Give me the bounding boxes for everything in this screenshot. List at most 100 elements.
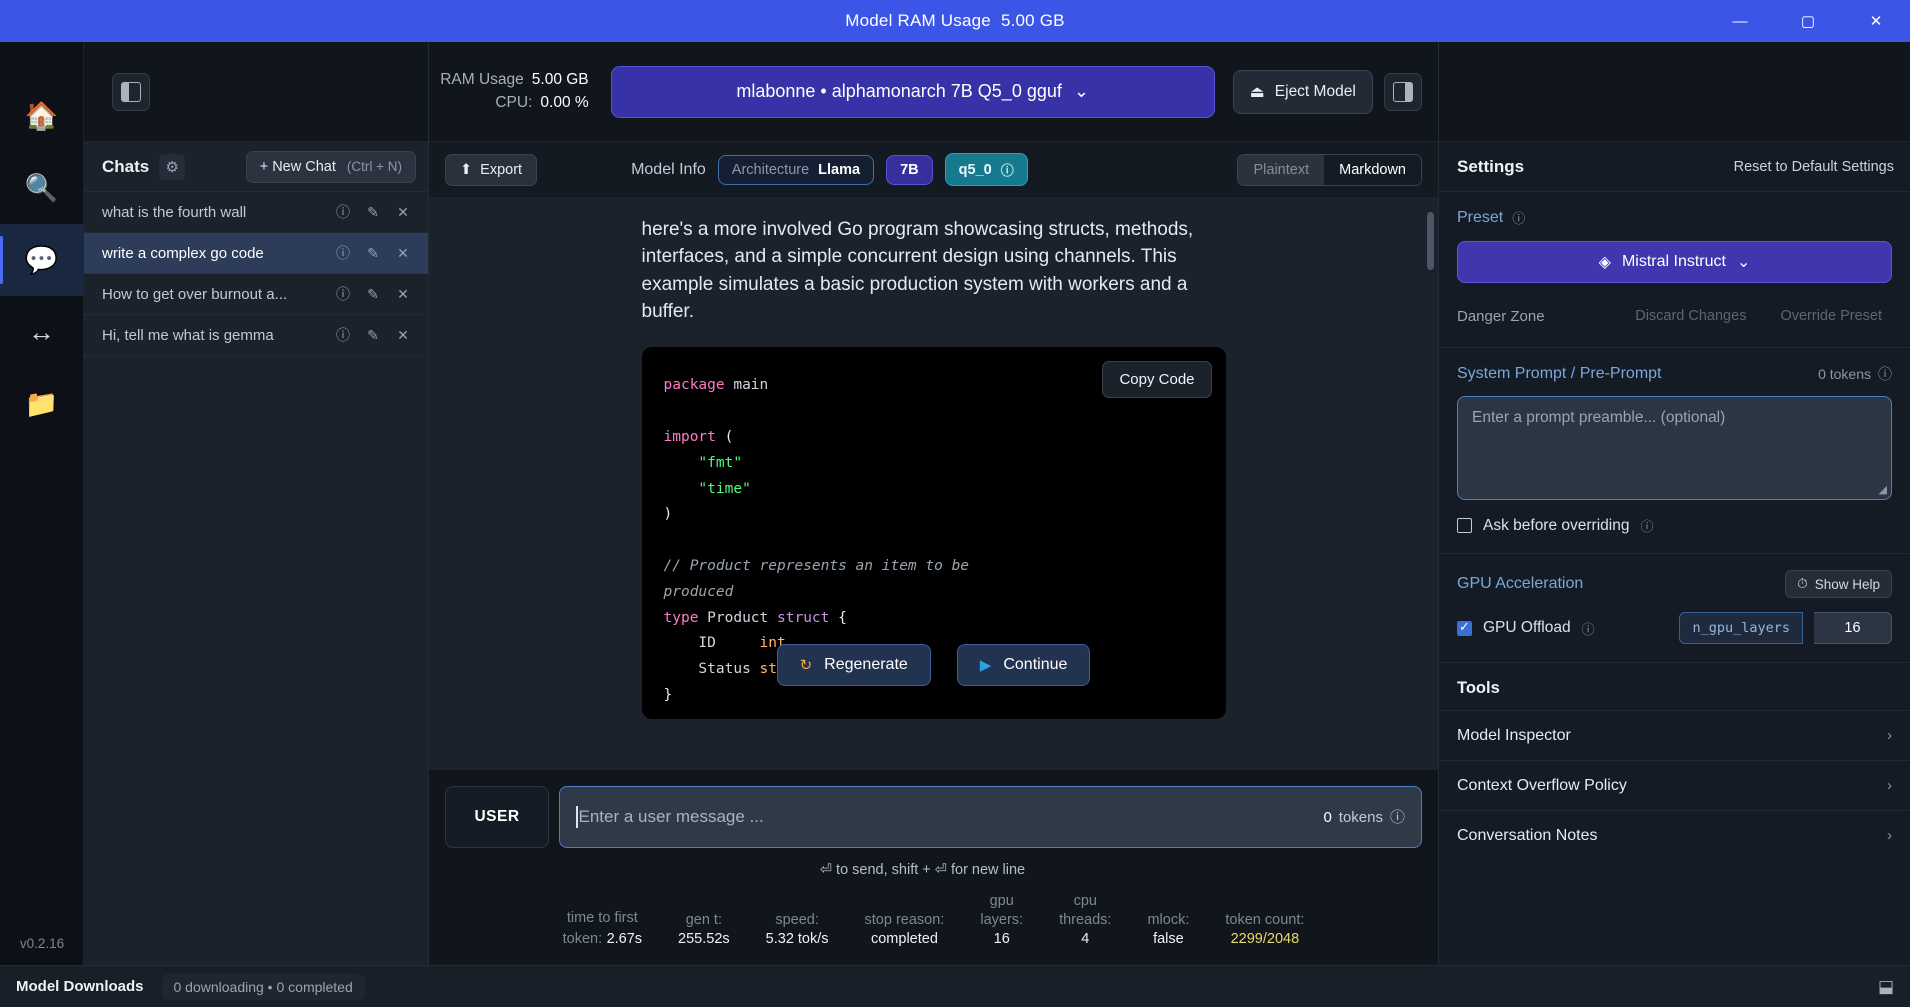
model-selector[interactable]: mlabonne • alphamonarch 7B Q5_0 gguf ⌄: [610, 65, 1215, 118]
list-item[interactable]: what is the fourth wall ⓘ ✎ ✕: [84, 192, 428, 233]
tool-model-inspector[interactable]: Model Inspector ›: [1439, 710, 1910, 760]
architecture-chip[interactable]: Architecture Llama: [717, 154, 875, 185]
param-size-chip[interactable]: 7B: [886, 154, 933, 185]
stat-value: 2299/2048: [1230, 930, 1300, 947]
composer-row: USER Enter a user message ... 0 tokens ⓘ: [429, 785, 1438, 848]
compare-icon[interactable]: ↔: [0, 296, 84, 368]
play-icon: ▶: [979, 656, 992, 674]
close-icon[interactable]: ✕: [390, 240, 416, 266]
list-item[interactable]: How to get over burnout a... ⓘ ✎ ✕: [84, 274, 428, 315]
settings-panel: Settings Reset to Default Settings Prese…: [1438, 42, 1910, 965]
home-icon[interactable]: 🏠: [0, 80, 84, 152]
chevron-right-icon: ›: [1887, 827, 1892, 844]
edit-icon[interactable]: ✎: [360, 281, 386, 307]
info-icon[interactable]: ⓘ: [330, 240, 356, 266]
quantization-chip[interactable]: q5_0 ⓘ: [944, 153, 1028, 186]
close-icon[interactable]: ✕: [390, 322, 416, 348]
role-badge[interactable]: USER: [445, 785, 549, 848]
info-icon[interactable]: ⓘ: [1582, 619, 1595, 638]
stat-value-row: token: 2.67s: [563, 928, 642, 949]
info-icon[interactable]: ⓘ: [1878, 364, 1892, 384]
edit-icon[interactable]: ✎: [360, 322, 386, 348]
export-button[interactable]: ⬆ Export: [445, 153, 538, 186]
search-icon[interactable]: 🔍: [0, 152, 84, 224]
tool-label: Context Overflow Policy: [1457, 776, 1627, 794]
chats-sidebar: Chats ⚙ + New Chat (Ctrl + N) what is th…: [84, 42, 429, 965]
toggle-sidebar-button[interactable]: [112, 72, 150, 111]
tab-markdown[interactable]: Markdown: [1324, 154, 1421, 185]
system-prompt-input[interactable]: Enter a prompt preamble... (optional) ◢: [1457, 396, 1892, 500]
composer: USER Enter a user message ... 0 tokens ⓘ…: [429, 769, 1438, 878]
stat-gen-time: gen t: 255.52s: [660, 911, 748, 949]
info-icon[interactable]: ⓘ: [330, 281, 356, 307]
resize-handle[interactable]: ◢: [1879, 483, 1887, 496]
copy-code-button[interactable]: Copy Code: [1102, 361, 1212, 399]
info-icon[interactable]: ⓘ: [1512, 208, 1525, 227]
ask-before-overriding-row[interactable]: Ask before overriding ⓘ: [1457, 516, 1892, 535]
info-icon[interactable]: ⓘ: [1001, 160, 1014, 179]
tool-conversation-notes[interactable]: Conversation Notes ›: [1439, 810, 1910, 860]
status-bar-icon[interactable]: ⬓: [1878, 977, 1894, 997]
main-column: RAM Usage 5.00 GB CPU: 0.00 % mlabonne • a…: [429, 42, 1438, 965]
close-button[interactable]: ✕: [1842, 0, 1910, 42]
danger-zone-row: Danger Zone Discard Changes Override Pre…: [1457, 303, 1892, 329]
app-version: v0.2.16: [19, 936, 65, 951]
reset-settings-button[interactable]: Reset to Default Settings: [1734, 159, 1894, 175]
tool-context-overflow-policy[interactable]: Context Overflow Policy ›: [1439, 760, 1910, 810]
stat-cpu-threads: cpu threads: 4: [1041, 892, 1129, 949]
minimize-button[interactable]: —: [1706, 0, 1774, 42]
list-item[interactable]: write a complex go code ⓘ ✎ ✕: [84, 233, 428, 274]
architecture-value: Llama: [818, 161, 861, 178]
stat-value: 16: [993, 930, 1010, 947]
new-chat-shortcut: (Ctrl + N): [346, 158, 402, 174]
tab-plaintext[interactable]: Plaintext: [1238, 154, 1325, 185]
n-gpu-layers-input[interactable]: 16: [1814, 612, 1892, 644]
gear-icon[interactable]: ⚙: [159, 153, 186, 180]
info-icon[interactable]: ⓘ: [1390, 806, 1405, 827]
ask-before-overriding-checkbox[interactable]: [1457, 518, 1472, 533]
edit-icon[interactable]: ✎: [360, 240, 386, 266]
continue-button[interactable]: ▶ Continue: [956, 643, 1091, 686]
maximize-button[interactable]: ▢: [1774, 0, 1842, 42]
gpu-offload-row: GPU Offload ⓘ n_gpu_layers 16: [1457, 612, 1892, 644]
stat-gpu-layers: gpu layers: 16: [962, 892, 1041, 949]
folder-icon[interactable]: 📁: [0, 368, 84, 440]
system-prompt-token-count: 0 tokens: [1818, 366, 1871, 382]
preset-section: Preset ⓘ ◈ Mistral Instruct ⌄ Danger Zon…: [1439, 192, 1910, 348]
show-help-button[interactable]: ⏱ Show Help: [1785, 570, 1892, 598]
preset-value: Mistral Instruct: [1621, 253, 1726, 270]
generation-stats: time to first token: 2.67s gen t: 255.52…: [429, 877, 1438, 965]
eject-model-button[interactable]: ⏏ Eject Model: [1232, 69, 1373, 114]
stat-mlock: mlock: false: [1129, 911, 1207, 949]
message-input[interactable]: Enter a user message ... 0 tokens ⓘ: [559, 785, 1422, 848]
chat-icon[interactable]: 💬: [0, 224, 84, 296]
gpu-offload-checkbox[interactable]: [1457, 619, 1472, 636]
conversation-scrollbar[interactable]: [1427, 212, 1434, 270]
close-icon[interactable]: ✕: [390, 199, 416, 225]
new-chat-button[interactable]: + New Chat (Ctrl + N): [245, 150, 416, 183]
toggle-settings-panel-button[interactable]: [1383, 72, 1422, 111]
regenerate-button[interactable]: ↻ Regenerate: [776, 643, 931, 686]
eject-label: Eject Model: [1274, 82, 1356, 100]
chevron-down-icon: ⌄: [1736, 254, 1751, 271]
sidebar-top-spacer: [84, 42, 428, 142]
info-icon[interactable]: ⓘ: [330, 199, 356, 225]
override-preset-button[interactable]: Override Preset: [1770, 303, 1892, 329]
regenerate-label: Regenerate: [824, 655, 908, 673]
edit-icon[interactable]: ✎: [360, 199, 386, 225]
preset-selector[interactable]: ◈ Mistral Instruct ⌄: [1457, 241, 1892, 283]
export-icon: ⬆: [460, 161, 473, 178]
assistant-paragraph: here's a more involved Go program showca…: [641, 219, 1194, 323]
list-item[interactable]: Hi, tell me what is gemma ⓘ ✎ ✕: [84, 315, 428, 356]
info-icon[interactable]: ⓘ: [1640, 516, 1653, 535]
export-label: Export: [480, 161, 523, 178]
app-shell: 🏠 🔍 💬 ↔ 📁 v0.2.16 Chats ⚙ + New Chat (Ct…: [0, 42, 1910, 965]
stat-value: 255.52s: [678, 930, 730, 947]
discard-changes-button[interactable]: Discard Changes: [1625, 303, 1756, 329]
close-icon[interactable]: ✕: [390, 281, 416, 307]
info-icon[interactable]: ⓘ: [330, 322, 356, 348]
stat-value: 4: [1081, 930, 1090, 947]
window-title-text: Model RAM Usage: [845, 11, 991, 30]
gpu-acceleration-label: GPU Acceleration: [1457, 575, 1584, 592]
stat-speed: speed: 5.32 tok/s: [748, 911, 847, 949]
